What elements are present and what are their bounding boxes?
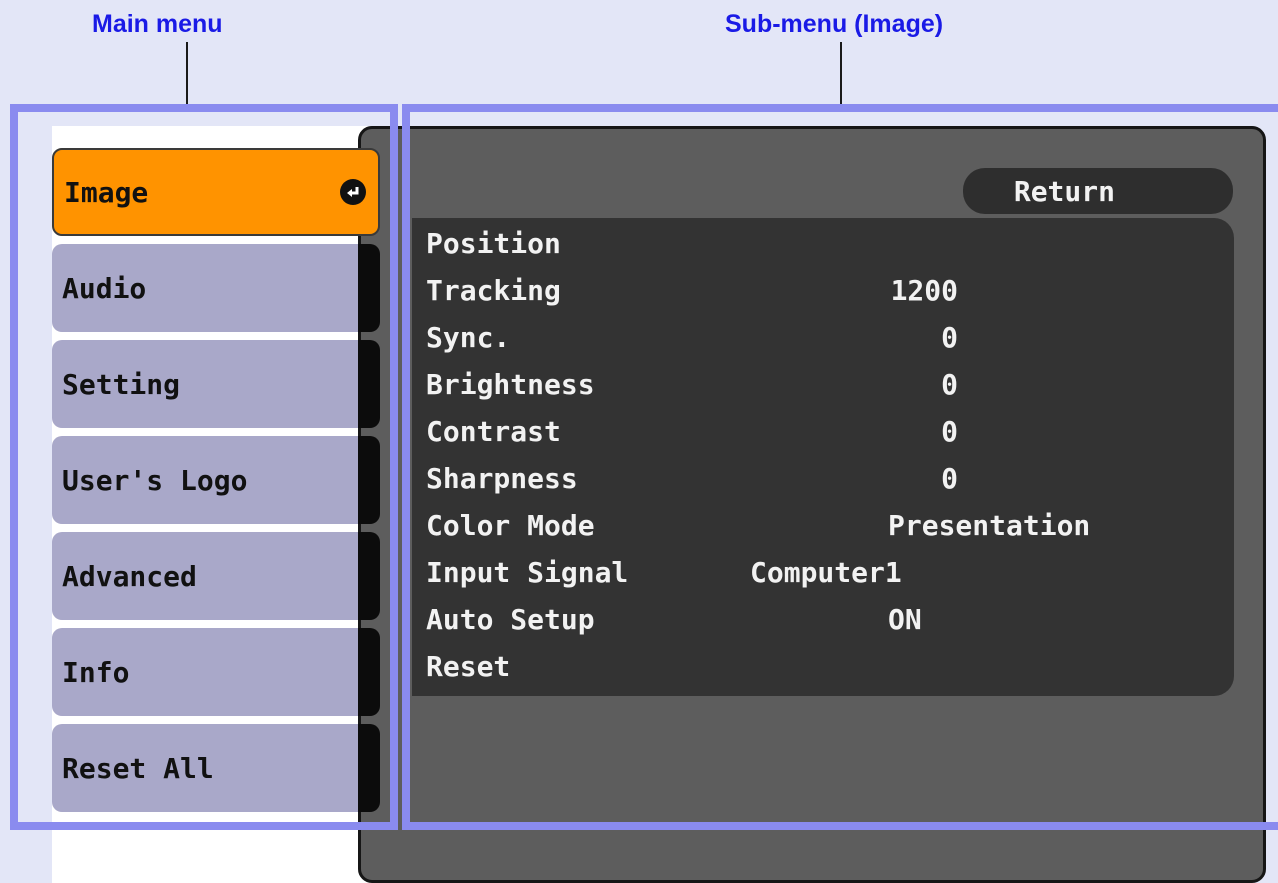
enter-icon [340, 179, 366, 205]
sub-item-value: 0 [941, 415, 958, 448]
menu-item-label: Image [64, 175, 149, 209]
sub-item-name: Input Signal [426, 556, 629, 589]
sub-item-reset[interactable]: Reset [412, 643, 1234, 690]
menu-item-label: Reset All [62, 751, 214, 785]
menu-item-label: Info [62, 655, 130, 689]
main-menu-callout: Main menu [92, 10, 223, 38]
sub-item-tracking[interactable]: Tracking 1200 [412, 267, 1234, 314]
sub-item-value: Presentation [888, 509, 1091, 542]
sub-menu-list: Position Tracking 1200 Sync. 0 Brightnes… [412, 218, 1234, 696]
sub-item-input-signal[interactable]: Input Signal Computer1 [412, 549, 1234, 596]
menu-item-label: Setting [62, 367, 181, 401]
menu-item-label: User's Logo [62, 463, 248, 497]
sub-item-contrast[interactable]: Contrast 0 [412, 408, 1234, 455]
sub-item-sharpness[interactable]: Sharpness 0 [412, 455, 1234, 502]
return-button[interactable]: Return [963, 168, 1233, 214]
menu-item-setting[interactable]: Setting [52, 340, 380, 428]
menu-item-image[interactable]: Image [52, 148, 380, 236]
sub-item-value: ON [888, 603, 922, 636]
sub-item-value: 0 [941, 321, 958, 354]
sub-menu-callout-line [840, 42, 842, 108]
sub-item-name: Color Mode [426, 509, 595, 542]
sub-item-value: 1200 [890, 274, 958, 307]
menu-item-info[interactable]: Info [52, 628, 380, 716]
main-menu-callout-line [186, 42, 188, 108]
sub-item-name: Sync. [426, 321, 511, 354]
menu-item-label: Advanced [62, 559, 197, 593]
sub-item-name: Sharpness [426, 462, 578, 495]
sub-item-color-mode[interactable]: Color Mode Presentation [412, 502, 1234, 549]
sub-item-name: Auto Setup [426, 603, 595, 636]
sub-item-value: 0 [941, 462, 958, 495]
sub-item-name: Brightness [426, 368, 595, 401]
sub-item-sync[interactable]: Sync. 0 [412, 314, 1234, 361]
sub-menu-callout: Sub-menu (Image) [725, 10, 944, 38]
sub-item-name: Reset [426, 650, 511, 683]
menu-item-reset-all[interactable]: Reset All [52, 724, 380, 812]
sub-item-brightness[interactable]: Brightness 0 [412, 361, 1234, 408]
sub-item-name: Tracking [426, 274, 561, 307]
sub-item-auto-setup[interactable]: Auto Setup ON [412, 596, 1234, 643]
menu-item-label: Audio [62, 271, 147, 305]
sub-item-position[interactable]: Position [412, 220, 1234, 267]
menu-item-advanced[interactable]: Advanced [52, 532, 380, 620]
sub-item-name: Position [426, 227, 561, 260]
menu-item-audio[interactable]: Audio [52, 244, 380, 332]
sub-item-name: Contrast [426, 415, 561, 448]
sub-item-value: 0 [941, 368, 958, 401]
menu-item-users-logo[interactable]: User's Logo [52, 436, 380, 524]
sub-item-value: Computer1 [750, 556, 902, 589]
